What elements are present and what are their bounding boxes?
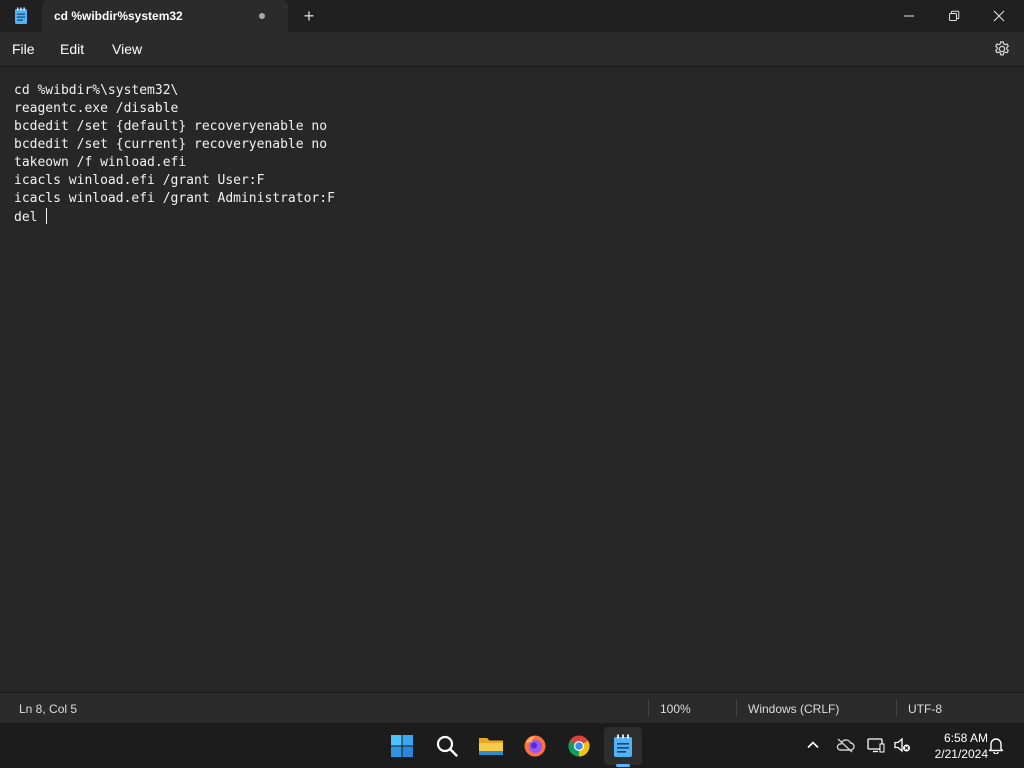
editor-line: icacls winload.efi /grant Administrator:…	[14, 191, 335, 206]
minimize-button[interactable]	[886, 0, 932, 32]
unsaved-dot-icon[interactable]	[259, 13, 265, 19]
zoom-level[interactable]: 100%	[660, 702, 691, 716]
file-explorer-button[interactable]	[472, 727, 510, 765]
editor-line: icacls winload.efi /grant User:F	[14, 173, 265, 188]
document-tab[interactable]: cd %wibdir%system32	[42, 0, 288, 32]
status-divider	[736, 699, 737, 717]
search-button[interactable]	[428, 727, 466, 765]
clock[interactable]: 6:58 AM 2/21/2024	[918, 730, 988, 762]
notepad-taskbar-button[interactable]	[604, 727, 642, 765]
active-app-indicator	[616, 764, 630, 767]
settings-gear-icon[interactable]	[993, 40, 1011, 58]
text-editor[interactable]: cd %wibdir%\system32\ reagentc.exe /disab…	[0, 66, 1024, 692]
close-icon	[993, 10, 1005, 22]
chrome-button[interactable]	[560, 727, 598, 765]
tab-title: cd %wibdir%system32	[54, 9, 183, 23]
firefox-button[interactable]	[516, 727, 554, 765]
editor-line: bcdedit /set {default} recoveryenable no	[14, 119, 328, 134]
editor-line-current: del	[14, 208, 335, 227]
windows-start-icon	[391, 735, 413, 757]
onedrive-button[interactable]	[835, 735, 855, 755]
menu-edit[interactable]: Edit	[60, 41, 84, 57]
file-explorer-icon	[479, 738, 503, 755]
restore-icon	[949, 10, 960, 21]
speaker-muted-icon	[894, 737, 910, 753]
editor-line: takeown /f winload.efi	[14, 155, 187, 170]
firefox-icon	[524, 735, 546, 757]
menu-file[interactable]: File	[12, 41, 35, 57]
clock-time: 6:58 AM	[943, 731, 988, 745]
editor-line: bcdedit /set {current} recoveryenable no	[14, 137, 328, 152]
status-divider	[896, 699, 897, 717]
notepad-app-icon	[15, 7, 27, 24]
line-ending[interactable]: Windows (CRLF)	[748, 702, 839, 716]
status-bar: Ln 8, Col 5 100% Windows (CRLF) UTF-8	[0, 692, 1024, 722]
new-tab-button[interactable]: +	[298, 4, 320, 28]
editor-content[interactable]: cd %wibdir%\system32\ reagentc.exe /disab…	[14, 82, 335, 227]
menu-view[interactable]: View	[112, 41, 142, 57]
notifications-button[interactable]	[986, 735, 1006, 755]
chrome-icon	[568, 735, 590, 757]
network-icon	[867, 738, 885, 753]
search-icon	[436, 735, 458, 757]
status-divider	[648, 699, 649, 717]
encoding[interactable]: UTF-8	[908, 702, 942, 716]
editor-line: cd %wibdir%\system32\	[14, 83, 179, 98]
start-button[interactable]	[383, 727, 421, 765]
cursor-position: Ln 8, Col 5	[19, 702, 78, 716]
close-button[interactable]	[976, 0, 1022, 32]
text-caret	[46, 208, 48, 224]
minimize-icon	[904, 15, 914, 17]
taskbar: 6:58 AM 2/21/2024	[0, 722, 1024, 768]
notepad-icon	[614, 734, 632, 757]
cloud-offline-icon	[836, 738, 855, 753]
editor-line: reagentc.exe /disable	[14, 101, 179, 116]
title-bar: cd %wibdir%system32 +	[0, 0, 1024, 32]
clock-date: 2/21/2024	[934, 747, 988, 761]
show-hidden-icons-button[interactable]	[803, 735, 823, 755]
bell-icon	[988, 738, 1004, 754]
volume-button[interactable]	[892, 735, 912, 755]
chevron-up-icon	[807, 741, 819, 749]
network-button[interactable]	[866, 735, 886, 755]
restore-button[interactable]	[931, 0, 977, 32]
editor-line: del	[14, 210, 46, 225]
menu-bar: File Edit View	[0, 32, 1024, 66]
